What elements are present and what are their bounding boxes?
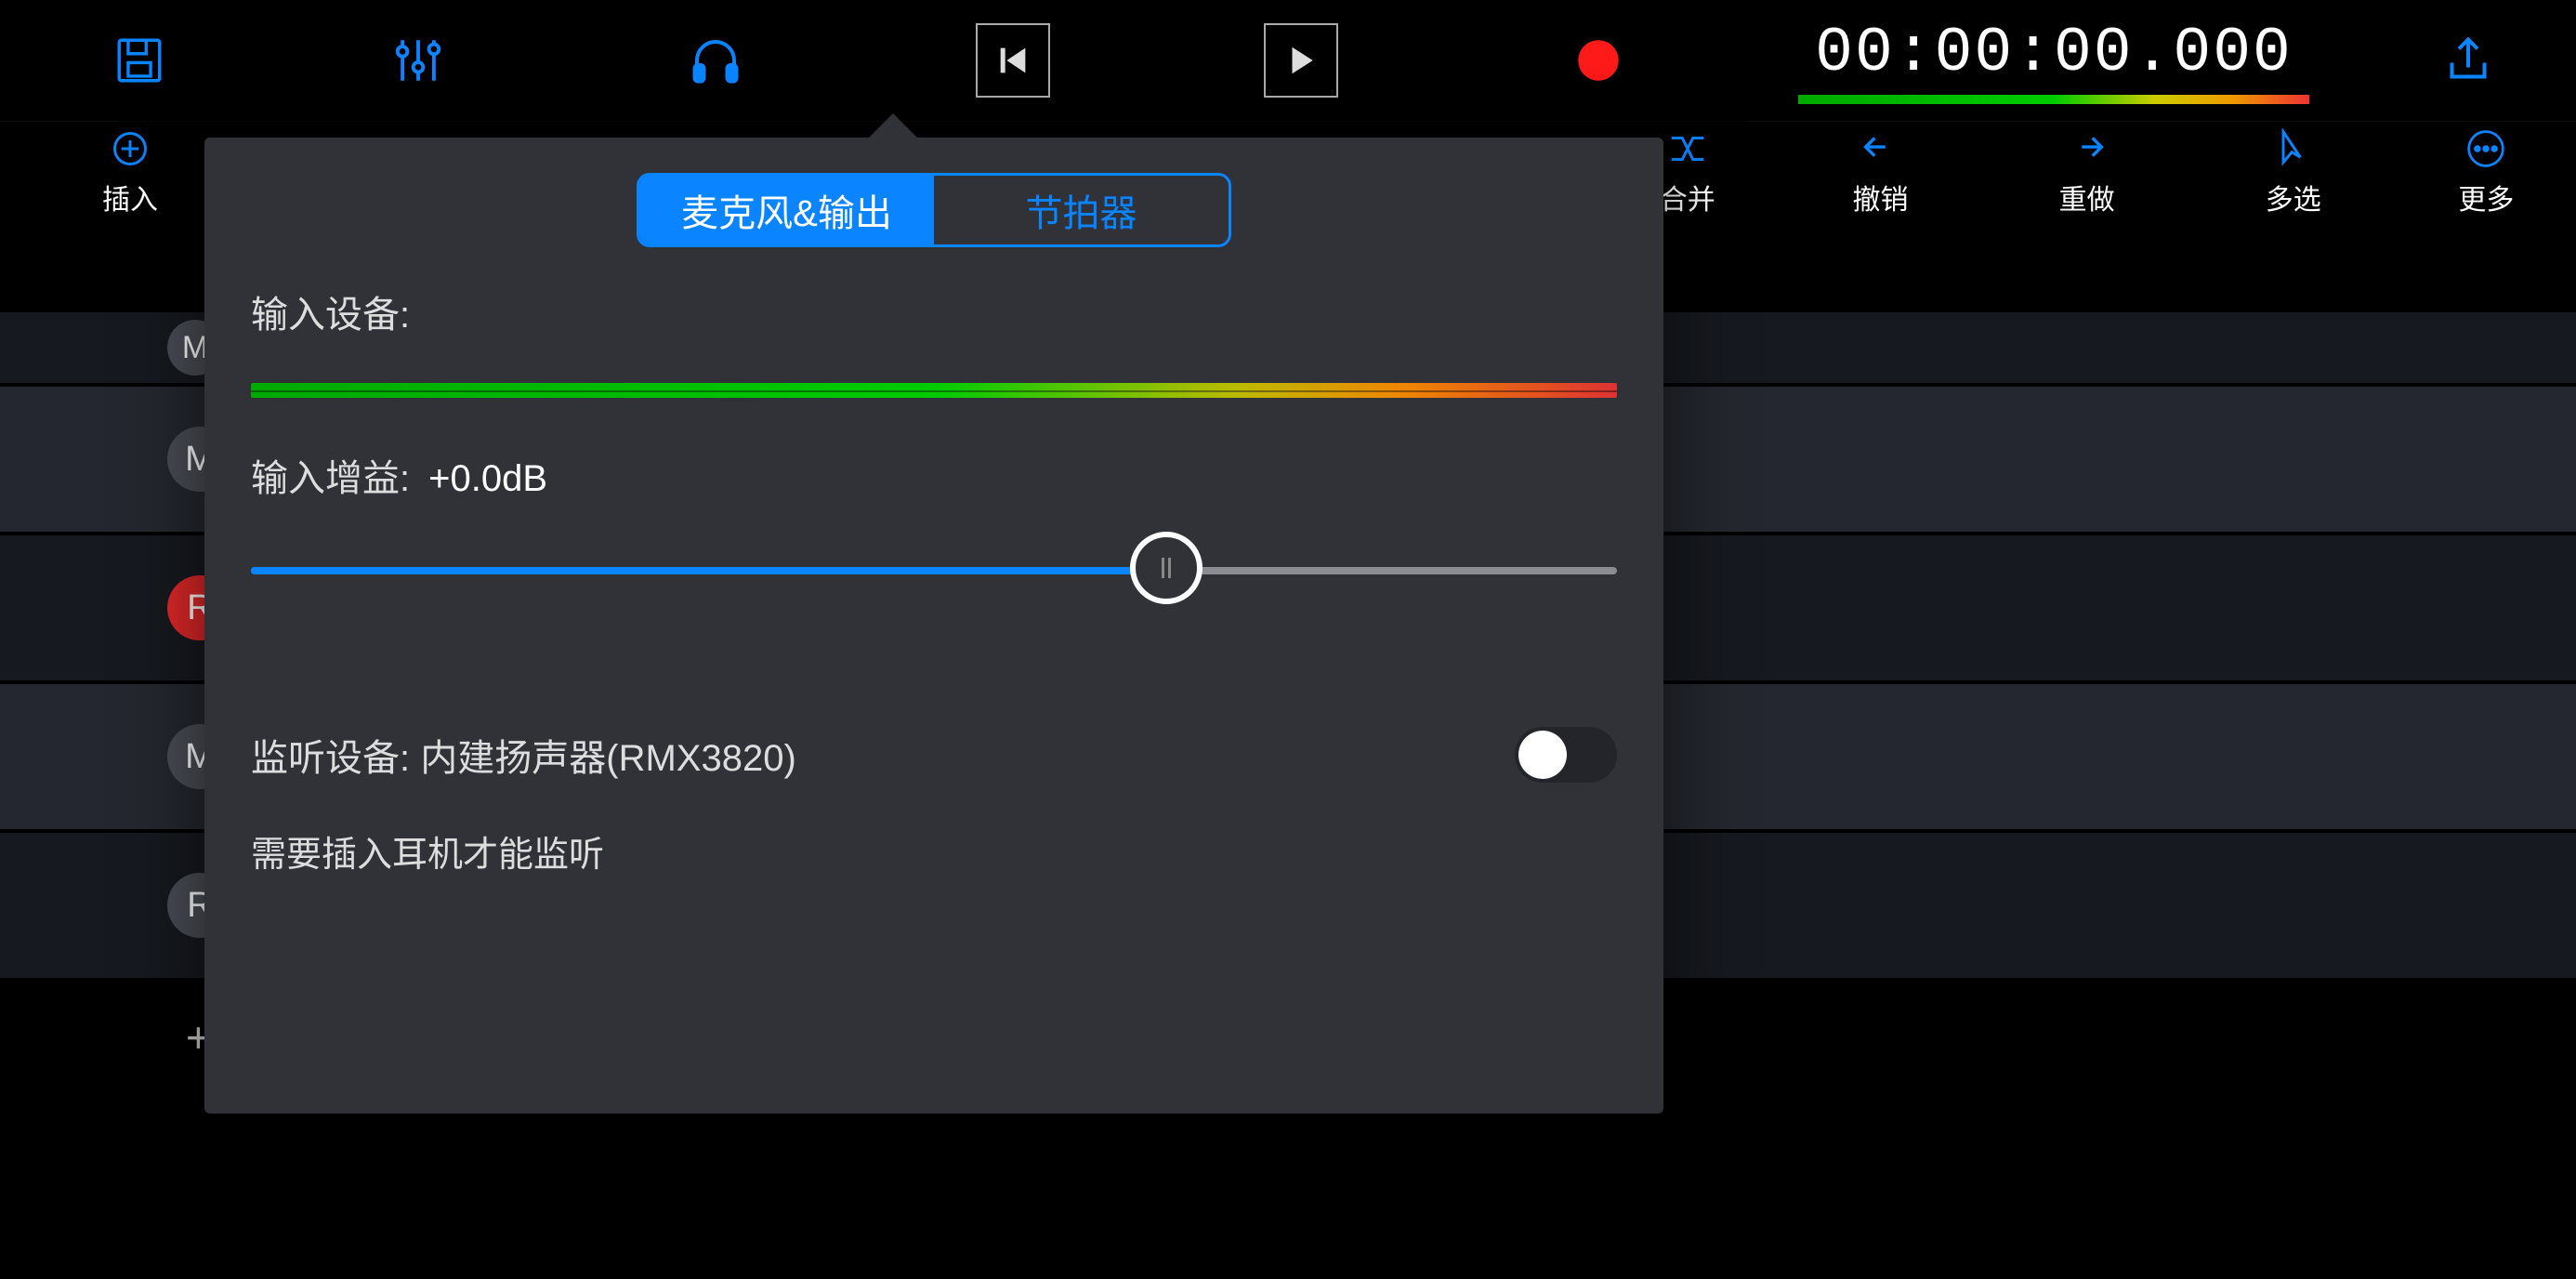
gain-label: 输入增益: xyxy=(251,448,410,502)
top-toolbar: 00:00:00.000 xyxy=(0,0,2576,121)
audio-settings-popover: 麦克风&输出 节拍器 输入设备: 输入增益: +0.0dB 监听设备: 内建扬声… xyxy=(204,138,1663,1114)
toolbar-multiselect[interactable]: 多选 xyxy=(2190,128,2397,218)
monitor-hint: 需要插入耳机才能监听 xyxy=(251,825,1617,877)
toolbar-redo[interactable]: 重做 xyxy=(1984,128,2190,218)
share-button[interactable] xyxy=(2440,33,2496,88)
tab-mic-output[interactable]: 麦克风&输出 xyxy=(639,176,934,244)
skip-back-button[interactable] xyxy=(976,23,1050,98)
monitor-toggle[interactable] xyxy=(1515,727,1617,783)
play-button[interactable] xyxy=(1264,23,1338,98)
slider-fill xyxy=(251,567,1166,574)
toolbar-undo[interactable]: 撤销 xyxy=(1777,128,1983,218)
more-icon xyxy=(2465,128,2506,169)
gain-value: +0.0dB xyxy=(428,458,547,500)
insert-icon xyxy=(110,128,151,169)
record-button[interactable] xyxy=(1571,33,1626,88)
redo-icon xyxy=(2066,128,2109,169)
settings-button[interactable] xyxy=(390,33,446,88)
toolbar-label: 更多 xyxy=(2458,177,2514,218)
gain-slider[interactable] xyxy=(251,541,1617,597)
toolbar-label: 合并 xyxy=(1660,177,1715,218)
headphones-button[interactable] xyxy=(688,33,743,88)
toolbar-more[interactable]: 更多 xyxy=(2397,128,2576,218)
cursor-icon xyxy=(2275,128,2312,169)
tab-metronome[interactable]: 节拍器 xyxy=(934,176,1229,244)
save-button[interactable] xyxy=(112,33,167,88)
toolbar-label: 撤销 xyxy=(1852,177,1908,218)
toolbar-label: 多选 xyxy=(2266,177,2321,218)
popover-arrow xyxy=(867,113,919,139)
toggle-knob xyxy=(1518,731,1567,779)
toolbar-label: 插入 xyxy=(102,177,158,218)
toolbar-label: 重做 xyxy=(2059,177,2115,218)
undo-icon xyxy=(1859,128,1901,169)
slider-thumb[interactable] xyxy=(1130,532,1203,604)
input-device-label: 输入设备: xyxy=(251,284,1617,338)
timecode-display: 00:00:00.000 xyxy=(1815,18,2293,89)
popover-tabs: 麦克风&输出 节拍器 xyxy=(637,173,1231,247)
merge-icon xyxy=(1666,128,1709,169)
monitor-device-label: 监听设备: 内建扬声器(RMX3820) xyxy=(251,728,796,782)
timecode-meter xyxy=(1798,95,2309,104)
input-level-meter xyxy=(251,383,1617,398)
